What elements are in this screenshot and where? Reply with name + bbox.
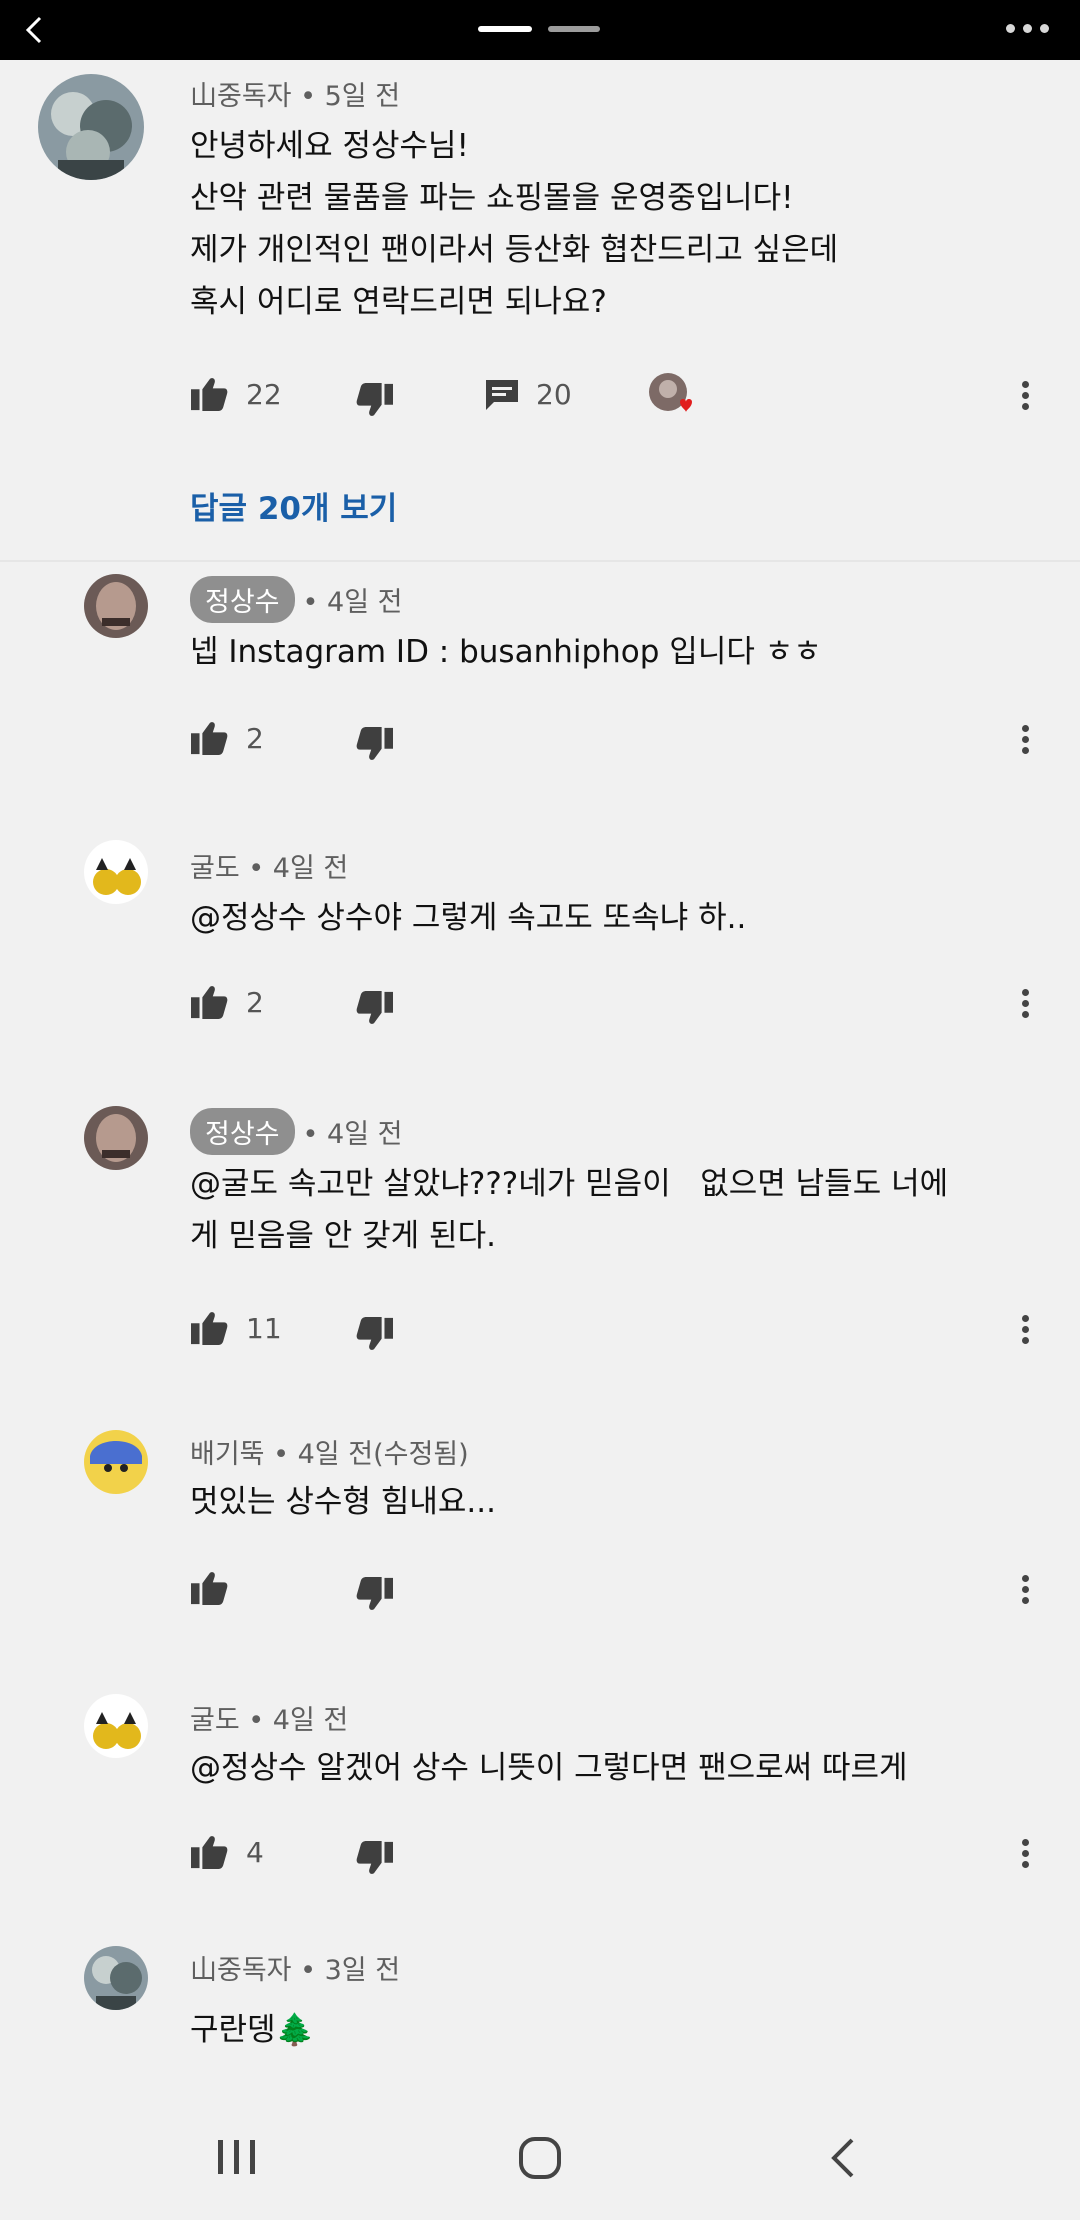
comment-time: • 4일 전 — [248, 853, 349, 884]
more-vertical-icon[interactable] — [1018, 722, 1032, 760]
creator-heart-icon — [649, 373, 692, 412]
tree-emoji: 🌲 — [275, 2012, 315, 2048]
thumbs-down-icon[interactable] — [356, 382, 394, 418]
comment-time: • 4일 전 — [302, 1119, 403, 1150]
thumbs-up-icon[interactable] — [190, 984, 228, 1020]
avatar[interactable] — [84, 1106, 148, 1170]
comment-text: 넵 Instagram ID : busanhiphop 입니다 ㅎㅎ — [190, 634, 822, 670]
thumbs-down-icon[interactable] — [356, 726, 394, 762]
comment-author[interactable]: 山중독자 — [190, 1948, 292, 1987]
divider — [0, 560, 1080, 562]
comment-author[interactable]: 배기뚝 — [190, 1432, 265, 1471]
recents-icon[interactable] — [216, 2138, 258, 2176]
comment-time: • 4일 전 — [248, 1705, 349, 1736]
more-vertical-icon[interactable] — [1018, 1572, 1032, 1610]
avatar[interactable] — [84, 1946, 148, 2010]
avatar[interactable] — [84, 840, 148, 904]
comment-time: • 5일 전 — [300, 81, 401, 112]
back-icon[interactable] — [824, 2136, 864, 2180]
reply-count: 20 — [536, 378, 572, 411]
avatar[interactable] — [84, 1430, 148, 1494]
comment-text: @정상수 알겠어 상수 니뜻이 그렇다면 팬으로써 따르게 — [190, 1750, 908, 1786]
thumbs-down-icon[interactable] — [356, 1316, 394, 1352]
more-vertical-icon[interactable] — [1018, 1312, 1032, 1350]
more-vertical-icon[interactable] — [1018, 986, 1032, 1024]
thumbs-down-icon[interactable] — [356, 1840, 394, 1876]
more-vertical-icon[interactable] — [1018, 1836, 1032, 1874]
comment-actions: 2 — [190, 720, 1050, 760]
comment-actions: 2 — [190, 984, 1050, 1024]
like-count: 11 — [246, 1312, 282, 1345]
thumbs-down-icon[interactable] — [356, 1576, 394, 1612]
comment-time: • 4일 전 — [302, 587, 403, 618]
view-replies-link[interactable]: 답글 20개 보기 — [190, 483, 397, 528]
comment-time: • 4일 전(수정됨) — [273, 1439, 469, 1470]
thumbs-up-icon[interactable] — [190, 1310, 228, 1346]
comment-text: @정상수 상수야 그렇게 속고도 또속냐 하.. — [190, 900, 747, 936]
like-count: 2 — [246, 986, 264, 1019]
thumbs-up-icon[interactable] — [190, 376, 228, 412]
thumbs-up-icon[interactable] — [190, 1834, 228, 1870]
comment-actions: 22 20 — [190, 373, 1050, 418]
system-nav-bar — [0, 2090, 1080, 2220]
thumbs-up-icon[interactable] — [190, 1570, 228, 1606]
avatar[interactable] — [38, 74, 144, 180]
thumbs-up-icon[interactable] — [190, 720, 228, 756]
comment-text: 안녕하세요 정상수님! 산악 관련 물품을 파는 쇼핑몰을 운영중입니다! 제가… — [190, 128, 839, 320]
comment-actions — [190, 1570, 1050, 1610]
comment-actions: 11 — [190, 1310, 1050, 1350]
home-icon[interactable] — [518, 2136, 562, 2180]
avatar[interactable] — [84, 574, 148, 638]
comment-author[interactable]: 굴도 — [190, 1698, 240, 1737]
comment-text: 구란뎅🌲 — [190, 2012, 315, 2048]
like-count: 2 — [246, 722, 264, 755]
thumbs-down-icon[interactable] — [356, 990, 394, 1026]
comment-text: 멋있는 상수형 힘내요... — [190, 1484, 496, 1520]
more-vertical-icon[interactable] — [1018, 378, 1032, 416]
comment-author[interactable]: 山중독자 — [190, 74, 292, 113]
reply-icon[interactable] — [484, 378, 520, 412]
more-options-icon[interactable] — [1006, 24, 1056, 38]
avatar[interactable] — [84, 1694, 148, 1758]
back-arrow-icon[interactable] — [10, 6, 58, 54]
page-indicator-inactive — [548, 26, 600, 32]
comment-time: • 3일 전 — [300, 1955, 401, 1986]
like-count: 4 — [246, 1836, 264, 1869]
comment-text: @굴도 속고만 살았냐???네가 믿음이 없으면 남들도 너에 게 믿음을 안 … — [190, 1166, 949, 1254]
page-indicator-active — [478, 26, 532, 32]
comment-author[interactable]: 정상수 — [190, 1108, 295, 1155]
comment-author[interactable]: 굴도 — [190, 846, 240, 885]
top-app-bar — [0, 0, 1080, 60]
like-count: 22 — [246, 378, 282, 411]
comment-author[interactable]: 정상수 — [190, 576, 295, 623]
comment-actions: 4 — [190, 1834, 1050, 1874]
